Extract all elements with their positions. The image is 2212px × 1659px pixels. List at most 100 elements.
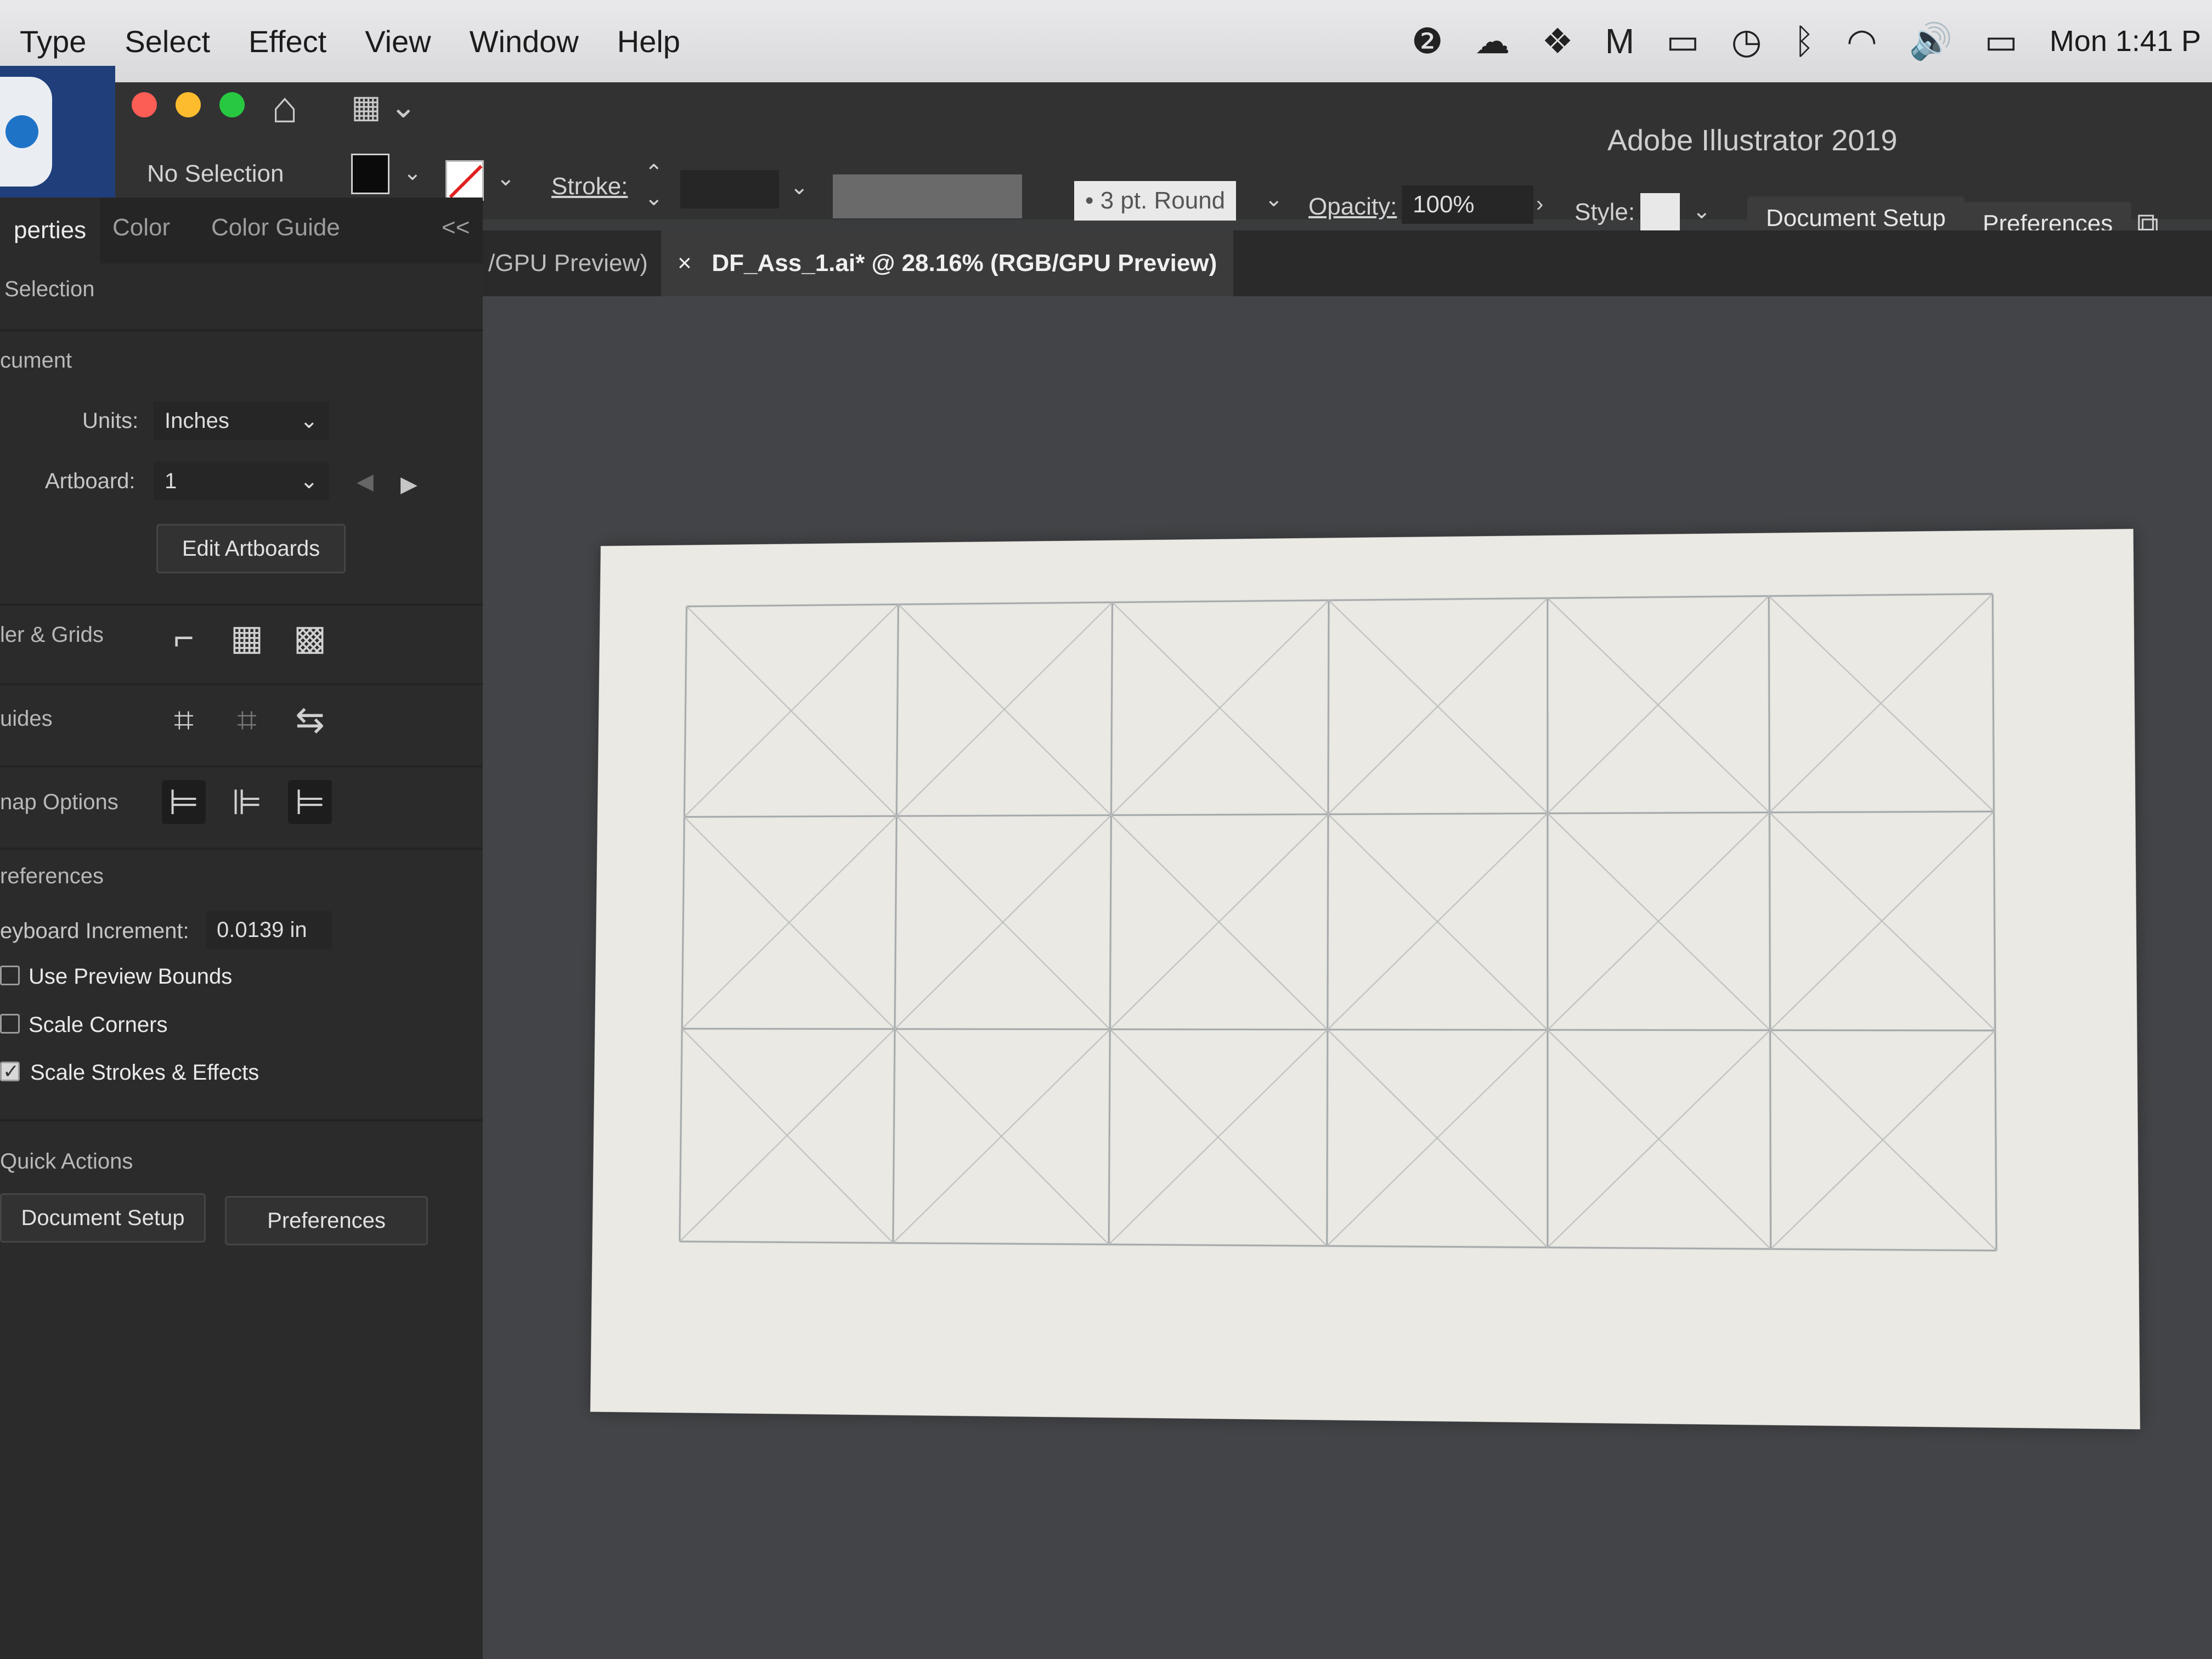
edit-artboards-button[interactable]: Edit Artboards <box>156 524 346 573</box>
divider <box>0 848 483 850</box>
smart-guides-icon[interactable]: ⇆ <box>288 698 332 742</box>
scale-strokes-effects-checkbox[interactable] <box>0 1062 20 1081</box>
snap-to-grid-icon[interactable]: ⊫ <box>225 780 269 824</box>
menu-list: Type Select Effect View Window Help <box>0 24 680 59</box>
divider <box>0 603 483 606</box>
stroke-label[interactable]: Stroke: <box>551 173 628 200</box>
workspace-layout-icon[interactable]: ▦ ⌄ <box>351 88 417 125</box>
minimize-window-button[interactable] <box>176 92 201 117</box>
opacity-label[interactable]: Opacity: <box>1308 193 1397 221</box>
stroke-stepper-icon[interactable]: ⌃ ⌄ <box>645 160 663 211</box>
chevron-down-icon[interactable]: ⌄ <box>1265 187 1283 212</box>
panel-tabs: perties Color Color Guide << <box>0 198 483 263</box>
grid-lines <box>680 594 1996 1251</box>
use-preview-bounds-label[interactable]: Use Preview Bounds <box>29 964 232 989</box>
dropbox-icon[interactable]: ❖ <box>1542 21 1573 62</box>
malwarebytes-icon[interactable]: M <box>1605 21 1634 61</box>
tab-label: DF_Ass_1.ai* @ 28.16% (RGB/GPU Preview) <box>712 250 1217 276</box>
show-guides-icon[interactable]: ⌗ <box>162 698 206 742</box>
grid-diagonals <box>680 594 1996 1251</box>
chevron-down-icon[interactable]: ⌄ <box>403 160 422 185</box>
chevron-down-icon: ⌄ <box>300 462 318 500</box>
notification-badge-icon[interactable]: ❷ <box>1412 21 1443 62</box>
transparency-grid-icon[interactable]: ▩ <box>288 616 332 659</box>
menu-view[interactable]: View <box>365 24 431 59</box>
brush-label: 3 pt. Round <box>1101 187 1226 214</box>
close-tab-icon[interactable]: × <box>678 250 692 276</box>
artboard-label: Artboard: <box>45 469 136 494</box>
chevron-down-icon[interactable]: ⌄ <box>1692 199 1711 224</box>
scale-corners-checkbox[interactable] <box>0 1014 20 1034</box>
menu-effect[interactable]: Effect <box>249 24 326 59</box>
menu-help[interactable]: Help <box>617 24 680 59</box>
snap-to-point-icon[interactable]: ⊨ <box>162 780 206 824</box>
stroke-swatch-none[interactable] <box>445 160 484 201</box>
battery-icon[interactable]: ▭ <box>1984 21 2017 62</box>
snap-to-pixel-icon[interactable]: ⊨ <box>288 780 332 824</box>
artboard[interactable] <box>590 529 2140 1429</box>
collapse-panel-icon[interactable]: << <box>442 214 470 241</box>
quick-document-setup-button[interactable]: Document Setup <box>0 1193 206 1243</box>
divider <box>0 683 483 685</box>
grid-vertical-line <box>680 606 687 1242</box>
style-label: Style: <box>1575 199 1635 226</box>
menu-select[interactable]: Select <box>125 24 210 59</box>
document-tab-previous[interactable]: /GPU Preview) <box>472 230 664 296</box>
units-select[interactable]: Inches ⌄ <box>154 402 329 440</box>
zoom-window-button[interactable] <box>219 92 245 117</box>
rulers-grids-header: ler & Grids <box>0 623 104 647</box>
graphic-style-swatch[interactable] <box>1640 193 1680 233</box>
tab-color[interactable]: Color <box>112 214 170 241</box>
time-machine-icon[interactable]: ◷ <box>1731 21 1762 62</box>
previous-artboard-icon[interactable]: ◀ <box>357 469 374 494</box>
grid-horizontal-line <box>680 1242 1996 1250</box>
tab-label: /GPU Preview) <box>488 250 648 276</box>
chevron-down-icon[interactable]: ⌄ <box>790 174 809 200</box>
compass-icon <box>5 115 38 148</box>
opacity-input[interactable]: 100% <box>1402 185 1533 224</box>
grid-drawing <box>590 529 2140 1429</box>
airplay-icon[interactable]: ▭ <box>1666 21 1699 62</box>
creative-cloud-icon[interactable]: ☁ <box>1475 21 1510 62</box>
next-artboard-icon[interactable]: ▶ <box>400 472 417 497</box>
menu-type[interactable]: Type <box>20 24 86 59</box>
divider <box>0 1119 483 1121</box>
tab-color-guide[interactable]: Color Guide <box>211 214 340 241</box>
snap-options-header: nap Options <box>0 790 119 815</box>
menu-window[interactable]: Window <box>470 24 579 59</box>
brush-definition[interactable]: • 3 pt. Round <box>1074 181 1236 221</box>
grid-vertical-line <box>893 605 899 1243</box>
chevron-right-icon[interactable]: › <box>1536 192 1543 217</box>
chevron-down-icon: ⌄ <box>300 402 318 440</box>
grid-icon[interactable]: ▦ <box>225 616 269 659</box>
menu-bar: Type Select Effect View Window Help ❷ ☁ … <box>0 0 2212 82</box>
use-preview-bounds-checkbox[interactable] <box>0 966 20 985</box>
scale-corners-label[interactable]: Scale Corners <box>29 1013 167 1037</box>
preferences-header: references <box>0 864 104 889</box>
keyboard-increment-input[interactable]: 0.0139 in <box>206 911 332 949</box>
home-icon[interactable]: ⌂ <box>272 82 298 133</box>
selection-header: Selection <box>4 277 95 302</box>
scale-strokes-effects-label[interactable]: Scale Strokes & Effects <box>30 1060 259 1085</box>
bluetooth-icon[interactable]: ᛒ <box>1793 21 1814 61</box>
quick-preferences-button[interactable]: Preferences <box>225 1196 428 1245</box>
grid-vertical-line <box>1993 594 1996 1251</box>
stroke-weight-input[interactable] <box>680 170 779 208</box>
quick-actions-header: Quick Actions <box>0 1149 133 1174</box>
variable-width-profile[interactable] <box>833 174 1022 218</box>
keyboard-increment-value: 0.0139 in <box>217 918 307 942</box>
divider <box>0 765 483 768</box>
close-window-button[interactable] <box>132 92 157 117</box>
lock-guides-icon[interactable]: ⌗ <box>225 698 269 742</box>
volume-icon[interactable]: 🔊 <box>1909 21 1953 62</box>
chevron-down-icon[interactable]: ⌄ <box>496 166 515 191</box>
artboard-select[interactable]: 1 ⌄ <box>154 462 329 500</box>
clock[interactable]: Mon 1:41 P <box>2050 24 2201 58</box>
document-tab-active[interactable]: × DF_Ass_1.ai* @ 28.16% (RGB/GPU Preview… <box>661 230 1233 296</box>
cell-diagonal <box>682 816 896 1029</box>
rulers-icon[interactable]: ⌐ <box>162 616 206 659</box>
units-value: Inches <box>165 409 229 433</box>
fill-swatch[interactable] <box>351 154 390 194</box>
tab-properties[interactable]: perties <box>0 198 100 263</box>
wifi-icon[interactable]: ◠ <box>1847 21 1877 62</box>
